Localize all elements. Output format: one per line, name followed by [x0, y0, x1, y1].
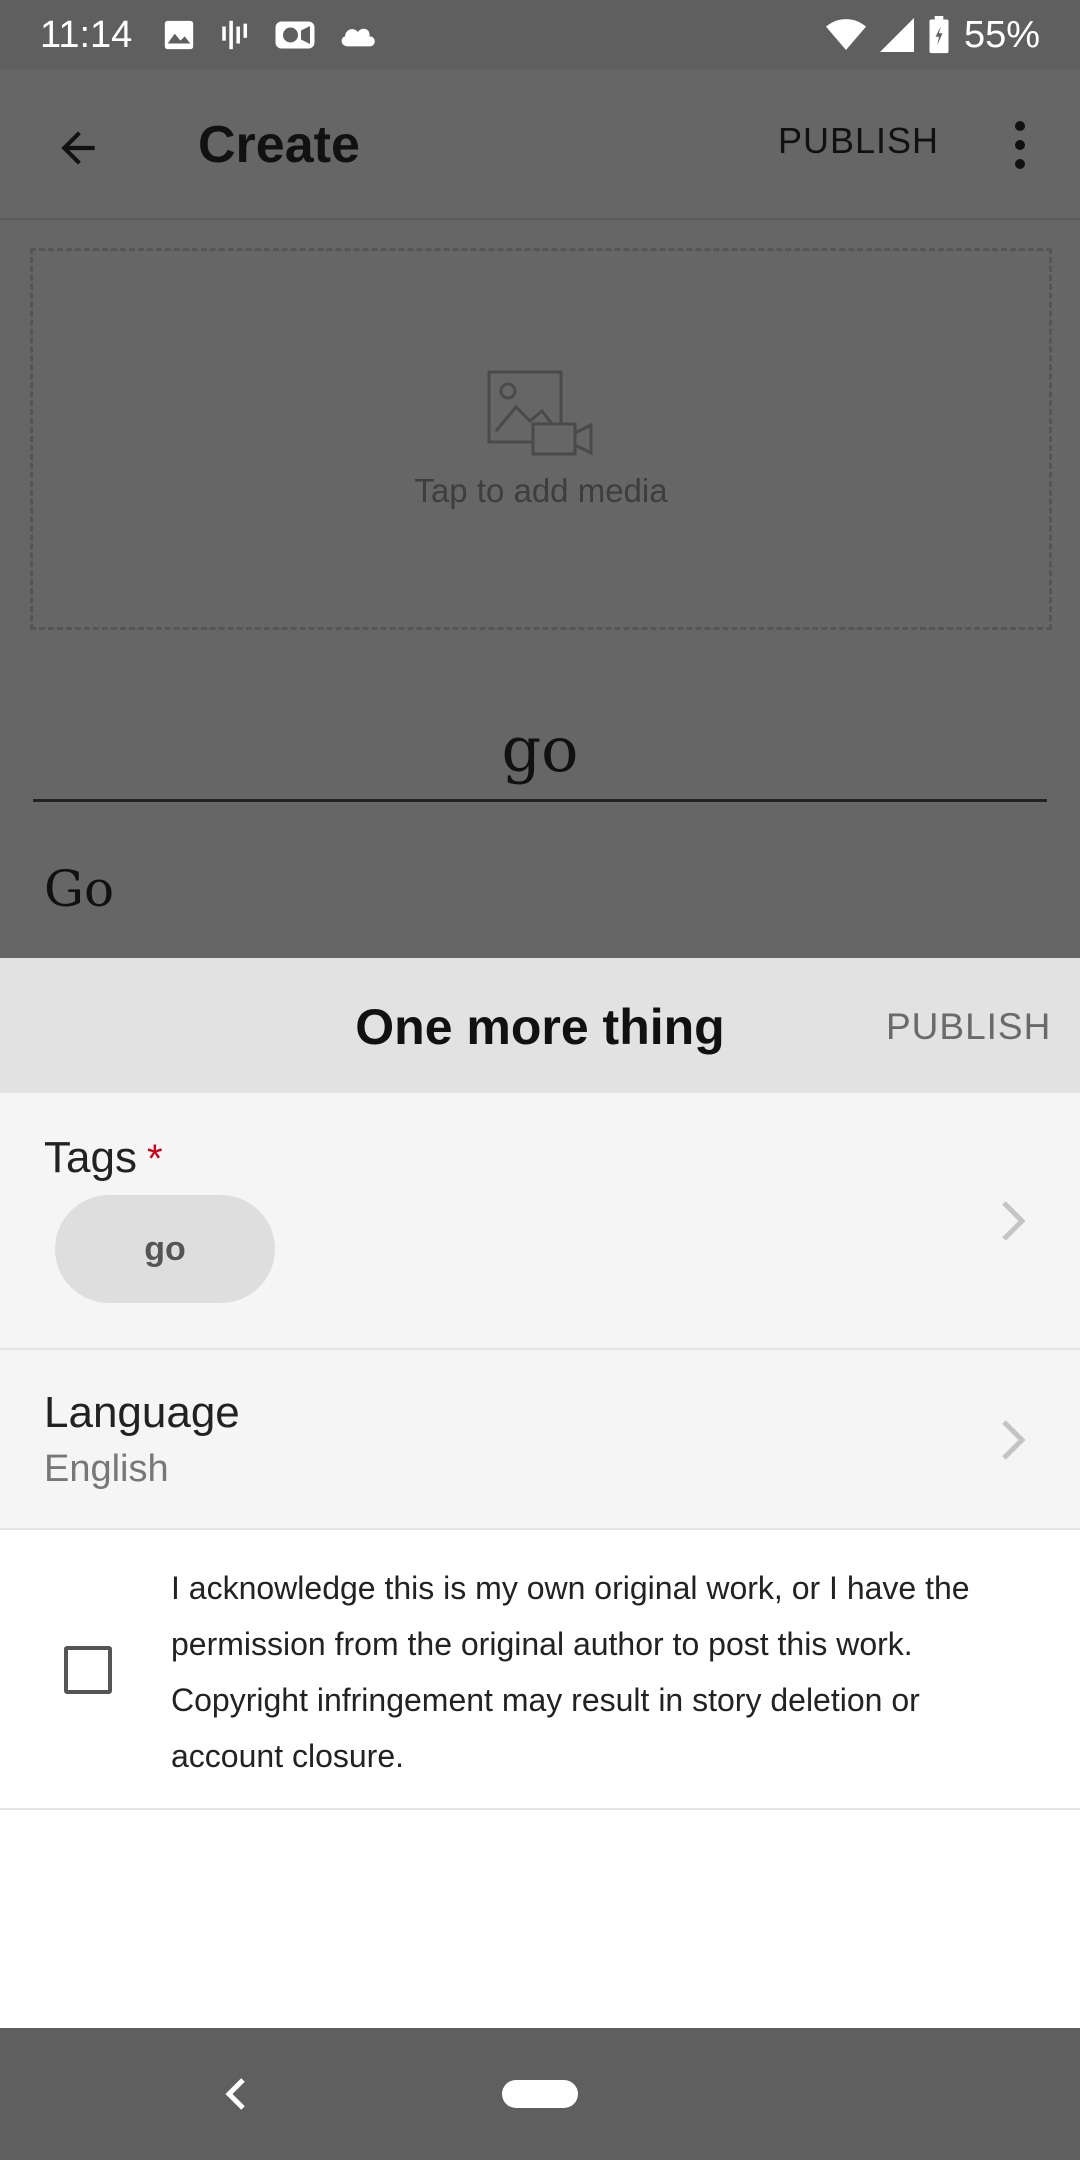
status-time: 11:14: [40, 13, 133, 56]
battery-percent: 55%: [963, 13, 1040, 56]
publish-bottom-sheet: One more thing PUBLISH Tags * go Language…: [0, 958, 1080, 2028]
image-icon: [162, 18, 196, 52]
tags-row[interactable]: Tags * go: [0, 1093, 1080, 1350]
status-system-icons: 55%: [825, 13, 1040, 57]
nav-back-button[interactable]: [215, 2070, 255, 2118]
acknowledgement-row: I acknowledge this is my own original wo…: [0, 1530, 1080, 1810]
story-body-input[interactable]: Go: [44, 860, 114, 918]
arrow-back-icon: [61, 131, 95, 165]
chevron-left-icon: [225, 2078, 245, 2110]
cloud-icon: [338, 20, 378, 50]
add-media-area[interactable]: Tap to add media: [30, 248, 1052, 630]
status-notification-icons: [162, 18, 378, 52]
navigation-bar: [0, 2028, 1080, 2160]
more-vert-icon-dot: [1015, 121, 1025, 131]
language-value: English: [44, 1448, 169, 1490]
app-bar: Create PUBLISH: [0, 70, 1080, 220]
tags-label: Tags: [44, 1133, 137, 1182]
battery-icon: [928, 16, 950, 54]
wifi-icon: [825, 18, 866, 52]
sheet-header: One more thing PUBLISH: [0, 958, 1080, 1093]
more-vert-icon-dot: [1015, 159, 1025, 169]
publish-button[interactable]: PUBLISH: [778, 120, 939, 162]
page-title: Create: [198, 116, 360, 174]
tags-label-wrap: Tags *: [44, 1133, 163, 1183]
video-camera-icon: [274, 18, 316, 52]
more-options-button[interactable]: [1000, 115, 1040, 175]
acknowledgement-checkbox[interactable]: [64, 1646, 112, 1694]
more-vert-icon-dot: [1015, 140, 1025, 150]
story-title-input[interactable]: go: [33, 710, 1047, 802]
editor-background: Create PUBLISH Tap to add media go Go: [0, 70, 1080, 958]
sheet-publish-button[interactable]: PUBLISH: [886, 1006, 1051, 1048]
language-row[interactable]: Language English: [0, 1350, 1080, 1530]
language-label: Language: [44, 1388, 240, 1437]
voicemail-bars-icon: [218, 18, 252, 52]
required-mark: *: [146, 1137, 163, 1181]
add-media-icon: [486, 369, 596, 464]
add-media-label: Tap to add media: [414, 471, 668, 509]
acknowledgement-text: I acknowledge this is my own original wo…: [171, 1570, 970, 1774]
chevron-right-icon: [994, 1196, 1034, 1246]
nav-home-button[interactable]: [502, 2080, 578, 2108]
tag-chip[interactable]: go: [55, 1195, 275, 1303]
back-button[interactable]: [50, 120, 106, 176]
chevron-right-icon: [994, 1415, 1034, 1465]
cell-signal-icon: [879, 18, 914, 52]
status-bar: 11:14 55%: [0, 0, 1080, 70]
